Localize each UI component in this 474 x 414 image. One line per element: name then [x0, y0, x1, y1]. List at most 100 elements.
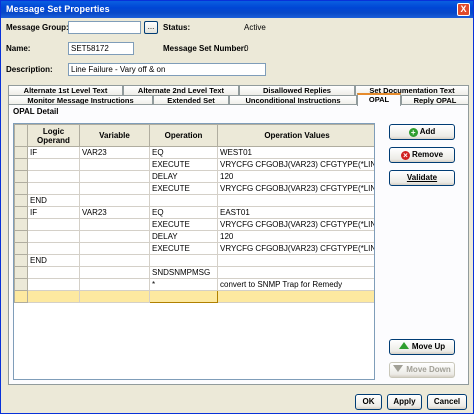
operation-values-cell[interactable] [217, 290, 374, 303]
column-header-variable[interactable]: Variable [79, 124, 150, 147]
operation-cell[interactable] [149, 194, 218, 207]
operation-cell[interactable]: EXECUTE [149, 242, 218, 255]
row-header[interactable] [14, 182, 28, 195]
table-row[interactable]: IF VAR23 EQ EAST01 [14, 206, 374, 219]
operation-cell[interactable]: EXECUTE [149, 218, 218, 231]
opal-detail-grid[interactable]: Logic Operand Variable Operation Operati… [13, 123, 375, 380]
table-row[interactable]: END [14, 194, 374, 207]
ok-button[interactable]: OK [355, 394, 382, 410]
variable-cell[interactable] [79, 182, 150, 195]
status-value: Active [244, 23, 266, 32]
table-row-selected[interactable] [14, 290, 374, 303]
move-down-button[interactable]: Move Down [389, 362, 455, 378]
row-header[interactable] [14, 170, 28, 183]
logic-operand-cell[interactable] [27, 266, 80, 279]
variable-cell[interactable] [79, 290, 150, 303]
operation-cell[interactable]: DELAY [149, 170, 218, 183]
operation-values-cell[interactable]: VRYCFG CFGOBJ(VAR23) CFGTYPE(*LIN) STATU… [217, 218, 374, 231]
operation-cell[interactable]: EXECUTE [149, 182, 218, 195]
operation-cell[interactable]: DELAY [149, 230, 218, 243]
message-group-field[interactable] [68, 21, 141, 34]
row-header[interactable] [14, 254, 28, 267]
operation-values-cell[interactable]: VRYCFG CFGOBJ(VAR23) CFGTYPE(*LIN) STATU… [217, 158, 374, 171]
table-row[interactable]: EXECUTE VRYCFG CFGOBJ(VAR23) CFGTYPE(*LIN… [14, 182, 374, 195]
variable-cell[interactable]: VAR23 [79, 146, 150, 159]
variable-cell[interactable] [79, 266, 150, 279]
operation-values-cell[interactable]: 120 [217, 230, 374, 243]
operation-values-cell[interactable] [217, 194, 374, 207]
move-up-button[interactable]: Move Up [389, 339, 455, 355]
operation-cell-current[interactable] [149, 290, 218, 303]
row-header[interactable] [14, 278, 28, 291]
table-row[interactable]: EXECUTE VRYCFG CFGOBJ(VAR23) CFGTYPE(*LIN… [14, 242, 374, 255]
logic-operand-cell[interactable] [27, 290, 80, 303]
add-button[interactable]: + Add [389, 124, 455, 140]
table-row[interactable]: DELAY 120 [14, 170, 374, 183]
operation-values-cell[interactable]: VRYCFG CFGOBJ(VAR23) CFGTYPE(*LIN) STATU… [217, 182, 374, 195]
logic-operand-cell[interactable] [27, 242, 80, 255]
table-row[interactable]: SNDSNMPMSG [14, 266, 374, 279]
variable-cell[interactable] [79, 254, 150, 267]
operation-cell[interactable]: EQ [149, 206, 218, 219]
column-header-operation[interactable]: Operation [149, 124, 218, 147]
logic-operand-cell[interactable]: IF [27, 146, 80, 159]
validate-button[interactable]: Validate [389, 170, 455, 186]
table-row[interactable]: * convert to SNMP Trap for Remedy [14, 278, 374, 291]
row-header[interactable] [14, 206, 28, 219]
variable-cell[interactable]: VAR23 [79, 206, 150, 219]
cancel-button[interactable]: Cancel [427, 394, 467, 410]
variable-cell[interactable] [79, 158, 150, 171]
title-bar[interactable]: Message Set Properties X [1, 1, 473, 18]
table-row[interactable]: EXECUTE VRYCFG CFGOBJ(VAR23) CFGTYPE(*LIN… [14, 218, 374, 231]
row-header[interactable] [14, 242, 28, 255]
logic-operand-cell[interactable]: END [27, 194, 80, 207]
column-header-operation-values[interactable]: Operation Values [217, 124, 374, 147]
row-header[interactable] [14, 194, 28, 207]
browse-message-group-button[interactable]: ... [144, 21, 158, 34]
table-row[interactable]: EXECUTE VRYCFG CFGOBJ(VAR23) CFGTYPE(*LIN… [14, 158, 374, 171]
operation-values-cell[interactable]: convert to SNMP Trap for Remedy [217, 278, 374, 291]
logic-operand-cell[interactable]: IF [27, 206, 80, 219]
operation-cell[interactable] [149, 254, 218, 267]
operation-values-cell[interactable]: EAST01 [217, 206, 374, 219]
name-field[interactable]: SET58172 [68, 42, 134, 55]
description-field[interactable]: Line Failure - Vary off & on [68, 63, 266, 76]
operation-values-cell[interactable]: VRYCFG CFGOBJ(VAR23) CFGTYPE(*LIN) STATU… [217, 242, 374, 255]
table-row[interactable]: IF VAR23 EQ WEST01 [14, 146, 374, 159]
logic-operand-cell[interactable]: END [27, 254, 80, 267]
apply-button[interactable]: Apply [387, 394, 422, 410]
logic-operand-cell[interactable] [27, 278, 80, 291]
variable-cell[interactable] [79, 230, 150, 243]
operation-cell[interactable]: EQ [149, 146, 218, 159]
logic-operand-cell[interactable] [27, 230, 80, 243]
row-header[interactable] [14, 230, 28, 243]
message-set-number-label: Message Set Number: [163, 44, 247, 53]
operation-values-cell[interactable]: WEST01 [217, 146, 374, 159]
table-row[interactable]: END [14, 254, 374, 267]
variable-cell[interactable] [79, 242, 150, 255]
logic-operand-cell[interactable] [27, 158, 80, 171]
variable-cell[interactable] [79, 278, 150, 291]
logic-operand-cell[interactable] [27, 170, 80, 183]
remove-button[interactable]: × Remove [389, 147, 455, 163]
variable-cell[interactable] [79, 218, 150, 231]
variable-cell[interactable] [79, 170, 150, 183]
column-header-logic-operand[interactable]: Logic Operand [27, 124, 80, 147]
operation-cell[interactable]: * [149, 278, 218, 291]
row-header[interactable] [14, 290, 28, 303]
table-row[interactable]: DELAY 120 [14, 230, 374, 243]
operation-cell[interactable]: SNDSNMPMSG [149, 266, 218, 279]
row-header[interactable] [14, 158, 28, 171]
row-header[interactable] [14, 218, 28, 231]
operation-values-cell[interactable] [217, 266, 374, 279]
variable-cell[interactable] [79, 194, 150, 207]
operation-cell[interactable]: EXECUTE [149, 158, 218, 171]
tab-opal[interactable]: OPAL [357, 93, 401, 106]
row-header[interactable] [14, 266, 28, 279]
row-header[interactable] [14, 146, 28, 159]
operation-values-cell[interactable] [217, 254, 374, 267]
logic-operand-cell[interactable] [27, 182, 80, 195]
logic-operand-cell[interactable] [27, 218, 80, 231]
operation-values-cell[interactable]: 120 [217, 170, 374, 183]
close-button[interactable]: X [457, 3, 470, 16]
